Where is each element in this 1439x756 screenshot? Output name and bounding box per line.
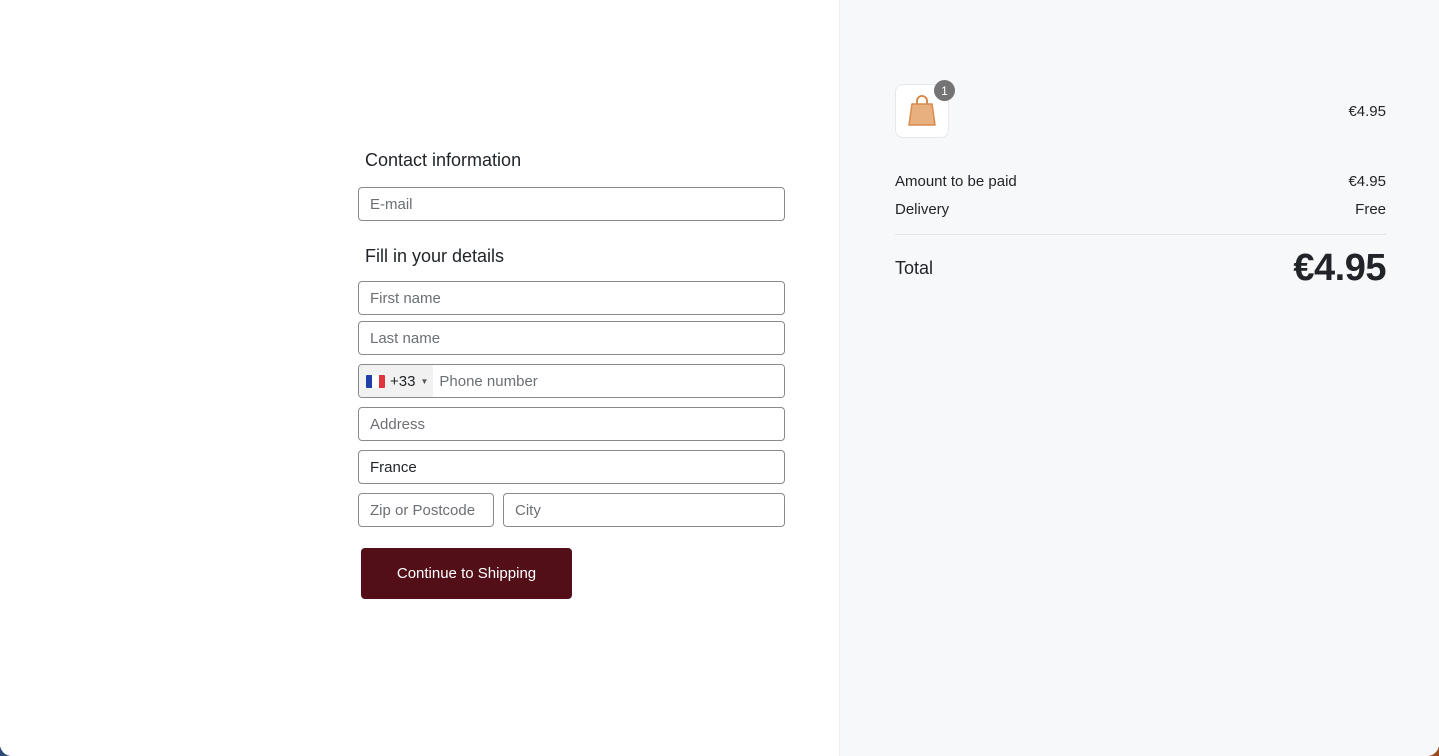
zip-field[interactable] xyxy=(358,493,494,527)
checkout-window: Contact information Fill in your details… xyxy=(0,0,1439,756)
total-row: Total €4.95 xyxy=(895,247,1386,290)
cart-item: 1 €4.95 xyxy=(895,80,1386,138)
amount-value: €4.95 xyxy=(1348,173,1386,190)
fill-details-heading: Fill in your details xyxy=(365,246,505,266)
zip-city-row xyxy=(358,493,785,527)
checkout-form: Contact information Fill in your details… xyxy=(358,145,785,599)
delivery-label: Delivery xyxy=(895,201,950,218)
total-value: €4.95 xyxy=(1293,247,1386,289)
phone-field-group: +33 ▼ xyxy=(358,364,785,398)
city-field[interactable] xyxy=(503,493,785,527)
amount-label: Amount to be paid xyxy=(895,173,1017,190)
amount-row: Amount to be paid €4.95 xyxy=(895,168,1386,196)
address-field[interactable] xyxy=(358,407,785,441)
last-name-field[interactable] xyxy=(358,321,785,355)
first-name-field[interactable] xyxy=(358,281,785,315)
continue-to-shipping-button[interactable]: Continue to Shipping xyxy=(361,548,572,599)
country-field[interactable] xyxy=(358,450,785,484)
summary-divider xyxy=(895,234,1386,235)
order-summary: 1 €4.95 Amount to be paid €4.95 Delivery… xyxy=(895,80,1386,290)
item-price: €4.95 xyxy=(1348,102,1386,120)
delivery-row: Delivery Free xyxy=(895,196,1386,224)
dial-code: +33 xyxy=(390,372,416,390)
quantity-badge: 1 xyxy=(934,80,955,101)
caret-down-icon: ▼ xyxy=(420,376,429,386)
email-field[interactable] xyxy=(358,187,785,221)
contact-information-heading: Contact information xyxy=(365,150,522,170)
order-summary-pane: 1 €4.95 Amount to be paid €4.95 Delivery… xyxy=(839,0,1439,756)
total-label: Total xyxy=(895,258,934,278)
checkout-form-pane: Contact information Fill in your details… xyxy=(0,0,839,756)
phone-number-field[interactable] xyxy=(433,365,784,397)
shopping-bag-icon xyxy=(908,95,936,126)
item-thumbnail: 1 xyxy=(895,80,955,138)
delivery-value: Free xyxy=(1355,201,1386,218)
country-code-select[interactable]: +33 ▼ xyxy=(359,365,434,397)
flag-france-icon xyxy=(366,374,385,388)
